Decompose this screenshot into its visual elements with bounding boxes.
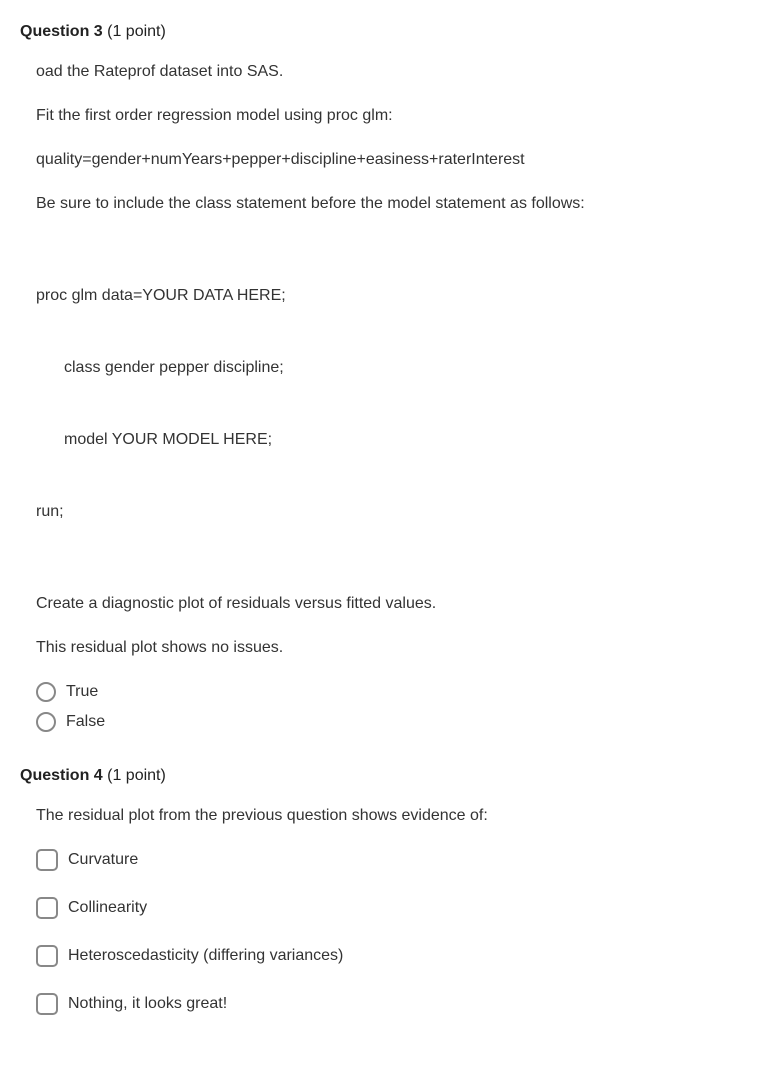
question-4-header: Question 4 (1 point): [20, 764, 742, 788]
question-points: (1 point): [103, 23, 166, 40]
instruction-text: Fit the first order regression model usi…: [36, 104, 742, 128]
code-block: proc glm data=YOUR DATA HERE; class gend…: [36, 236, 742, 572]
radio-label: False: [66, 710, 105, 734]
instruction-text: Be sure to include the class statement b…: [36, 192, 742, 216]
code-line: model YOUR MODEL HERE;: [36, 428, 742, 452]
question-number: Question 3: [20, 23, 103, 40]
checkbox-options: Curvature Collinearity Heteroscedasticit…: [36, 848, 742, 1016]
question-number: Question 4: [20, 767, 103, 784]
code-line: run;: [36, 500, 742, 524]
checkbox-option-nothing[interactable]: Nothing, it looks great!: [36, 992, 742, 1016]
radio-input[interactable]: [36, 712, 56, 732]
checkbox-input[interactable]: [36, 849, 58, 871]
checkbox-input[interactable]: [36, 993, 58, 1015]
checkbox-option-collinearity[interactable]: Collinearity: [36, 896, 742, 920]
instruction-text: The residual plot from the previous ques…: [36, 804, 742, 828]
checkbox-label: Nothing, it looks great!: [68, 992, 227, 1016]
checkbox-input[interactable]: [36, 945, 58, 967]
instruction-text: Create a diagnostic plot of residuals ve…: [36, 592, 742, 616]
checkbox-option-curvature[interactable]: Curvature: [36, 848, 742, 872]
question-points: (1 point): [103, 767, 166, 784]
checkbox-label: Heteroscedasticity (differing variances): [68, 944, 343, 968]
radio-input[interactable]: [36, 682, 56, 702]
radio-label: True: [66, 680, 98, 704]
instruction-text: This residual plot shows no issues.: [36, 636, 742, 660]
question-4-body: The residual plot from the previous ques…: [20, 804, 742, 1016]
radio-option-true[interactable]: True: [36, 680, 742, 704]
question-3: Question 3 (1 point) oad the Rateprof da…: [20, 20, 742, 734]
instruction-text: quality=gender+numYears+pepper+disciplin…: [36, 148, 742, 172]
checkbox-input[interactable]: [36, 897, 58, 919]
checkbox-label: Curvature: [68, 848, 138, 872]
instruction-text: oad the Rateprof dataset into SAS.: [36, 60, 742, 84]
question-3-body: oad the Rateprof dataset into SAS. Fit t…: [20, 60, 742, 734]
question-3-header: Question 3 (1 point): [20, 20, 742, 44]
code-line: proc glm data=YOUR DATA HERE;: [36, 284, 742, 308]
checkbox-option-heteroscedasticity[interactable]: Heteroscedasticity (differing variances): [36, 944, 742, 968]
checkbox-label: Collinearity: [68, 896, 147, 920]
code-line: class gender pepper discipline;: [36, 356, 742, 380]
radio-option-false[interactable]: False: [36, 710, 742, 734]
question-4: Question 4 (1 point) The residual plot f…: [20, 764, 742, 1016]
radio-options: True False: [36, 680, 742, 734]
